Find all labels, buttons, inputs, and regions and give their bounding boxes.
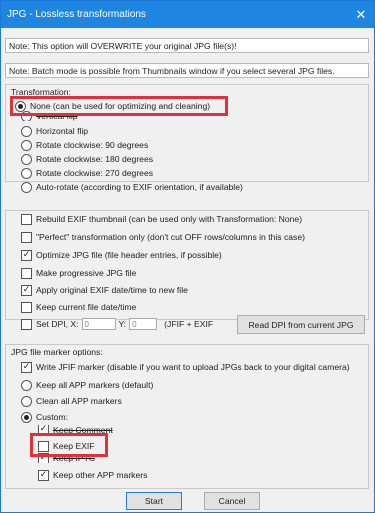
checkbox-write-jfif[interactable]: Write JFIF marker (disable if you want t… — [21, 360, 350, 374]
radio-button[interactable] — [21, 139, 32, 151]
checkbox-optimize-jpg[interactable]: Optimize JPG file (file header entries, … — [21, 248, 222, 262]
checkbox-label: Keep current file date/time — [36, 302, 137, 312]
checkbox-label: Keep other APP markers — [53, 470, 148, 480]
radio-rotate-270[interactable]: Rotate clockwise: 270 degrees — [21, 166, 153, 180]
title-bar: JPG - Lossless transformations ✕ — [1, 1, 374, 28]
checkbox[interactable] — [21, 284, 32, 296]
cancel-button[interactable]: Cancel — [204, 492, 260, 510]
overwrite-note: Note: This option will OVERWRITE your or… — [5, 38, 369, 53]
dpi-y-label: Y: — [118, 319, 127, 329]
radio-button[interactable] — [21, 379, 32, 391]
radio-label: Auto-rotate (according to EXIF orientati… — [36, 182, 243, 192]
markers-label: JPG file marker options: — [11, 347, 103, 357]
radio-keep-all-markers[interactable]: Keep all APP markers (default) — [21, 378, 153, 392]
read-dpi-button[interactable]: Read DPI from current JPG — [237, 315, 365, 334]
start-button[interactable]: Start — [126, 492, 182, 510]
checkbox-keep-other-markers[interactable]: Keep other APP markers — [38, 468, 147, 482]
radio-rotate-180[interactable]: Rotate clockwise: 180 degrees — [21, 152, 153, 166]
checkbox-label: Optimize JPG file (file header entries, … — [36, 250, 222, 260]
checkbox-label: Make progressive JPG file — [36, 268, 137, 278]
checkbox-label: Rebuild EXIF thumbnail (can be used only… — [36, 214, 303, 224]
checkbox[interactable] — [38, 469, 49, 481]
checkbox[interactable] — [21, 301, 32, 313]
checkbox-label: Write JFIF marker (disable if you want t… — [36, 362, 350, 372]
radio-label: Clean all APP markers — [36, 396, 122, 406]
checkbox[interactable] — [21, 231, 32, 243]
highlight-none-option — [10, 96, 228, 116]
window-title: JPG - Lossless transformations — [7, 9, 146, 20]
dpi-x-input[interactable]: 0 — [81, 318, 116, 330]
radio-label: Horizontal flip — [36, 126, 89, 136]
radio-auto-rotate[interactable]: Auto-rotate (according to EXIF orientati… — [21, 180, 243, 194]
checkbox-perfect-transformation[interactable]: "Perfect" transformation only (don't cut… — [21, 230, 305, 244]
radio-button[interactable] — [21, 395, 32, 407]
checkbox-apply-exif-date[interactable]: Apply original EXIF date/time to new fil… — [21, 283, 188, 297]
checkbox-label: "Perfect" transformation only (don't cut… — [36, 232, 305, 242]
radio-rotate-90[interactable]: Rotate clockwise: 90 degrees — [21, 138, 148, 152]
radio-label: Custom: — [36, 412, 68, 422]
radio-label: Rotate clockwise: 270 degrees — [36, 168, 154, 178]
radio-label: Rotate clockwise: 180 degrees — [36, 154, 154, 164]
highlight-keep-exif — [30, 433, 108, 457]
radio-button[interactable] — [21, 167, 32, 179]
checkbox[interactable] — [21, 249, 32, 261]
set-dpi-row: Set DPI, X: 0 Y: 0 (JFIF + EXIF — [21, 317, 213, 331]
batch-note: Note: Batch mode is possible from Thumbn… — [5, 63, 369, 78]
radio-horizontal-flip[interactable]: Horizontal flip — [21, 124, 88, 138]
set-dpi-label: Set DPI, X: — [36, 319, 79, 329]
checkbox-label: Apply original EXIF date/time to new fil… — [36, 285, 188, 295]
checkbox[interactable] — [21, 361, 32, 373]
dialog-window: JPG - Lossless transformations ✕ Note: T… — [0, 0, 375, 513]
dpi-suffix: (JFIF + EXIF — [164, 319, 214, 329]
checkbox-keep-file-date[interactable]: Keep current file date/time — [21, 300, 136, 314]
set-dpi-checkbox[interactable] — [21, 318, 32, 330]
radio-label: Keep all APP markers (default) — [36, 380, 154, 390]
checkbox-progressive-jpg[interactable]: Make progressive JPG file — [21, 266, 136, 280]
checkbox[interactable] — [21, 213, 32, 225]
radio-button[interactable] — [21, 125, 32, 137]
dpi-y-input[interactable]: 0 — [129, 318, 158, 330]
radio-label: Rotate clockwise: 90 degrees — [36, 140, 149, 150]
radio-clean-all-markers[interactable]: Clean all APP markers — [21, 394, 122, 408]
close-icon[interactable]: ✕ — [348, 1, 374, 28]
radio-button[interactable] — [21, 411, 32, 423]
radio-button[interactable] — [21, 181, 32, 193]
radio-button[interactable] — [21, 153, 32, 165]
radio-custom[interactable]: Custom: — [21, 410, 68, 424]
checkbox[interactable] — [21, 267, 32, 279]
checkbox-rebuild-exif-thumbnail[interactable]: Rebuild EXIF thumbnail (can be used only… — [21, 212, 302, 226]
